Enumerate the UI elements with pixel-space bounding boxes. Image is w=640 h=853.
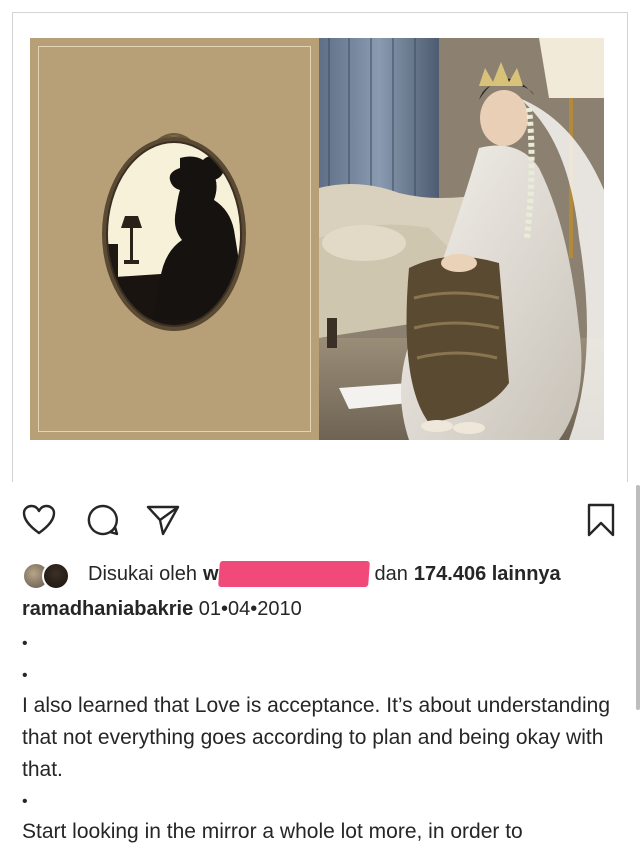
likes-summary[interactable]: Disukai oleh w dan 174.406 lainnya: [22, 558, 622, 590]
caption-bullet: •: [22, 667, 28, 684]
likes-conjunction: dan: [374, 562, 408, 585]
liker-avatars: [22, 560, 78, 590]
comment-icon[interactable]: [84, 501, 122, 539]
mirror-illustration: [102, 133, 246, 331]
post-action-bar: [0, 495, 640, 545]
avatar: [42, 562, 70, 590]
caption-date: 01•04•2010: [198, 598, 302, 620]
bride-photo-panel: [319, 38, 604, 440]
send-icon[interactable]: [144, 501, 182, 539]
instagram-post-screen: Disukai oleh w dan 174.406 lainnya ramad…: [0, 0, 640, 853]
caption-header: ramadhaniabakrie 01•04•2010: [22, 598, 302, 621]
mirror-silhouette-panel: [30, 38, 319, 440]
caption-paragraph-2: Start looking in the mirror a whole lot …: [22, 820, 523, 843]
likes-count[interactable]: 174.406 lainnya: [414, 563, 561, 586]
caption-paragraph-1: I also learned that Love is acceptance. …: [22, 694, 611, 781]
caption-username[interactable]: ramadhaniabakrie: [22, 598, 193, 620]
bride-illustration: [319, 38, 604, 440]
redaction-mark: [217, 561, 370, 587]
caption-bullet: •: [22, 793, 28, 810]
caption-bullet: •: [22, 635, 28, 652]
scrollbar-thumb[interactable]: [636, 485, 640, 710]
heart-icon[interactable]: [20, 501, 58, 539]
likes-prefix: Disukai oleh: [88, 562, 197, 585]
post-image-collage[interactable]: [30, 38, 604, 440]
liker-name-start[interactable]: w: [203, 563, 219, 586]
bookmark-icon[interactable]: [582, 501, 620, 539]
